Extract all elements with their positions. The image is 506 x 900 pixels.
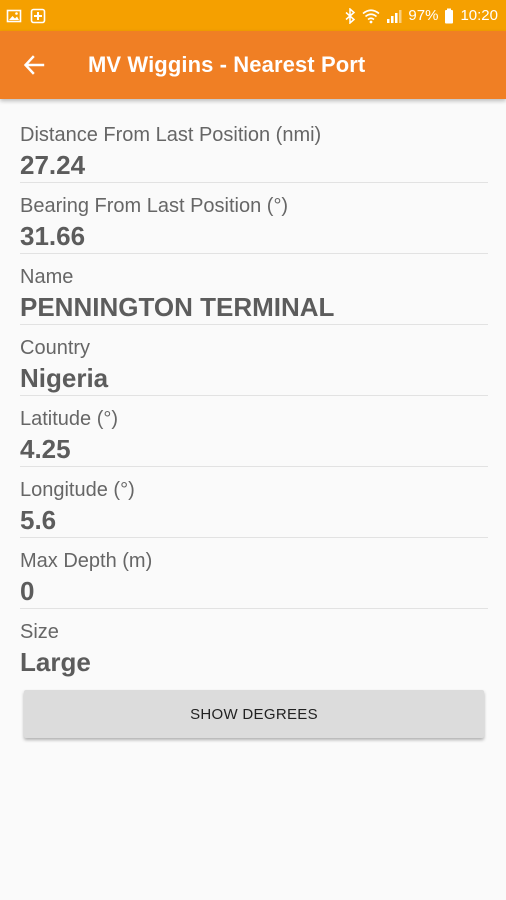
wifi-icon	[362, 8, 380, 24]
arrow-back-icon	[23, 54, 45, 76]
status-time: 10:20	[460, 7, 498, 24]
field-value: PENNINGTON TERMINAL	[20, 292, 335, 322]
medical-cross-icon	[30, 8, 46, 24]
field-size: Size Large	[20, 609, 488, 679]
field-value: Large	[20, 647, 91, 677]
field-value: 31.66	[20, 221, 86, 251]
field-bearing: Bearing From Last Position (°) 31.66	[20, 183, 488, 254]
field-label: Latitude (°)	[20, 408, 119, 430]
field-label: Country	[20, 337, 91, 359]
bluetooth-icon	[344, 7, 356, 24]
field-label: Size	[20, 621, 59, 643]
field-value: 0	[20, 576, 35, 606]
status-bar: 97% 10:20	[0, 0, 506, 31]
signal-icon	[386, 8, 402, 24]
field-label: Max Depth (m)	[20, 550, 153, 572]
page-title: MV Wiggins - Nearest Port	[88, 52, 366, 77]
battery-percent: 97%	[408, 7, 439, 24]
battery-icon	[444, 8, 454, 24]
field-value: 4.25	[20, 434, 71, 464]
field-latitude: Latitude (°) 4.25	[20, 396, 488, 467]
status-left	[6, 8, 46, 24]
field-distance: Distance From Last Position (nmi) 27.24	[20, 112, 488, 183]
show-degrees-button[interactable]: SHOW DEGREES	[24, 690, 484, 738]
image-icon	[6, 8, 22, 24]
field-country: Country Nigeria	[20, 325, 488, 396]
field-label: Longitude (°)	[20, 479, 135, 501]
app-bar: MV Wiggins - Nearest Port	[0, 31, 506, 99]
field-name: Name PENNINGTON TERMINAL	[20, 254, 488, 325]
status-right: 97% 10:20	[344, 7, 498, 24]
field-value: 27.24	[20, 150, 86, 180]
port-details: Distance From Last Position (nmi) 27.24 …	[20, 112, 488, 679]
field-label: Bearing From Last Position (°)	[20, 195, 289, 217]
field-value: Nigeria	[20, 363, 109, 393]
back-button[interactable]	[14, 45, 54, 85]
field-max-depth: Max Depth (m) 0	[20, 538, 488, 609]
field-label: Distance From Last Position (nmi)	[20, 124, 322, 146]
field-longitude: Longitude (°) 5.6	[20, 467, 488, 538]
field-label: Name	[20, 266, 74, 288]
field-value: 5.6	[20, 505, 57, 535]
